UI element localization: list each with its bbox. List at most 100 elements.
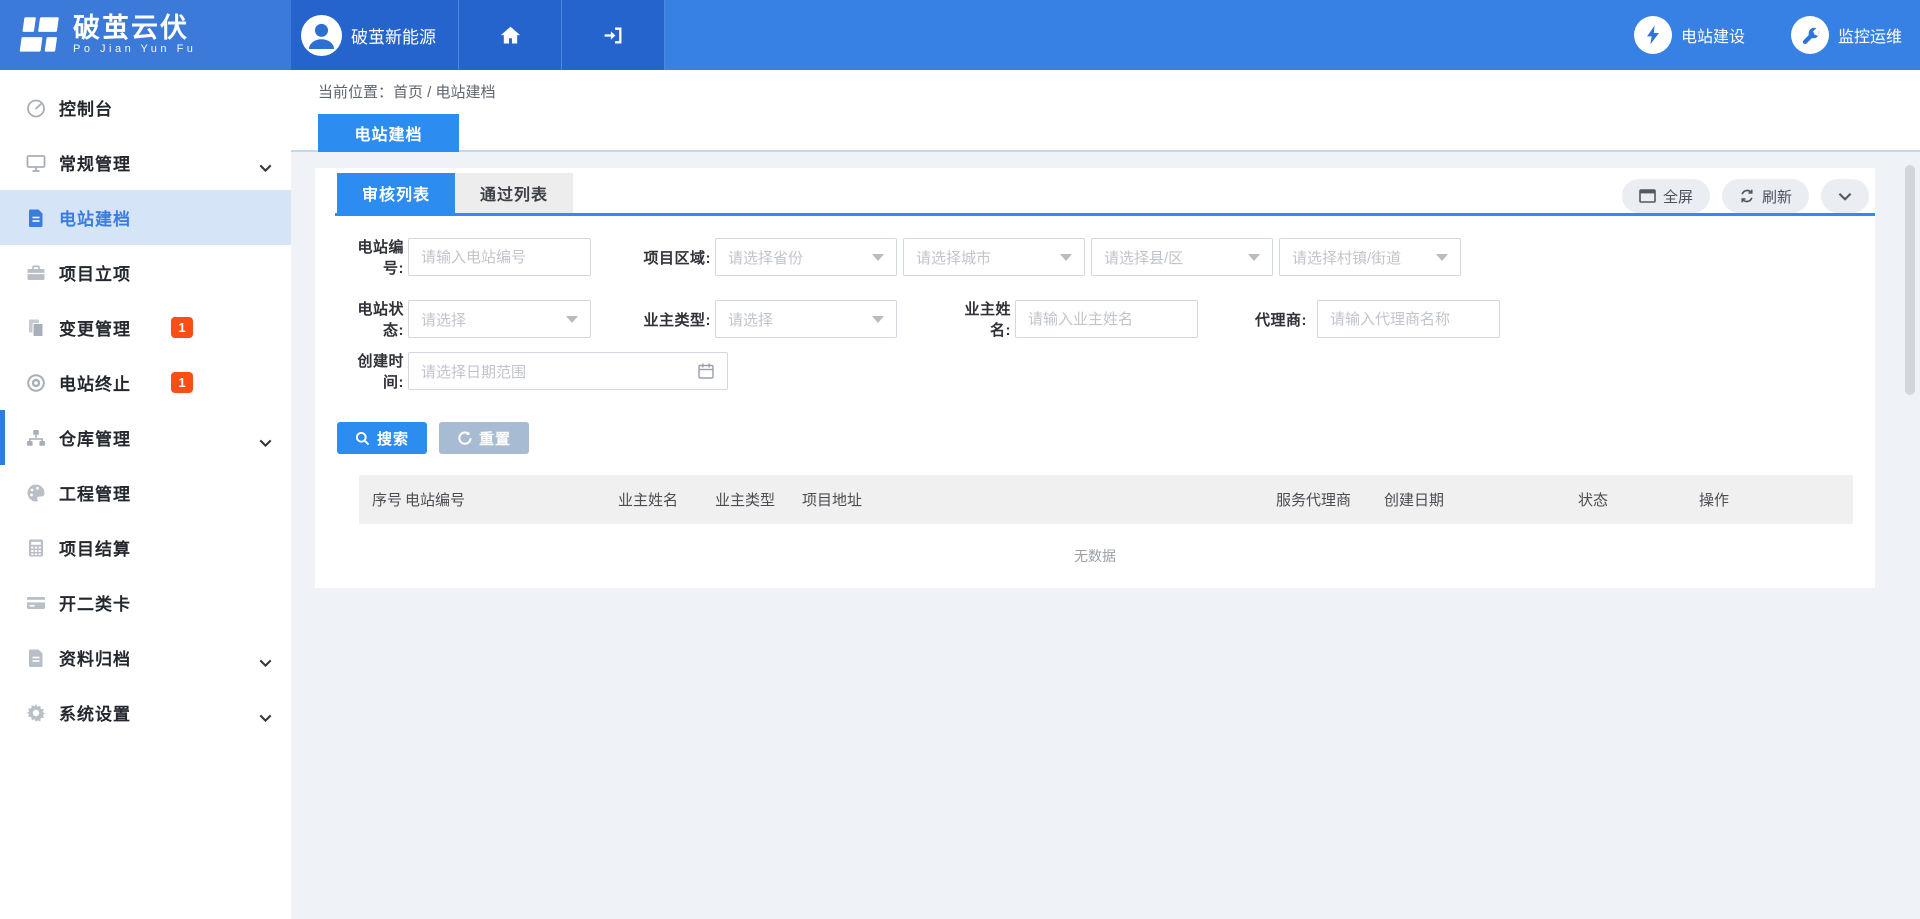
sidebar-item-change-mgmt[interactable]: 变更管理 1 [0, 300, 291, 355]
agent-label: 代理商: [1255, 309, 1307, 330]
sidebar-item-project-settlement[interactable]: 项目结算 [0, 520, 291, 575]
topbar: 破茧云伏 Po Jian Yun Fu 破茧新能源 [0, 0, 1920, 70]
nav-monitor-ops[interactable]: 监控运维 [1791, 16, 1902, 54]
sidebar-item-engineering-mgmt[interactable]: 工程管理 [0, 465, 291, 520]
caret-down-icon [1248, 254, 1260, 261]
nav-station-build[interactable]: 电站建设 [1634, 16, 1745, 54]
reset-button[interactable]: 重置 [439, 422, 529, 454]
credit-card-icon [25, 592, 47, 614]
city-select[interactable]: 请选择城市 [903, 238, 1085, 276]
topbar-user-strip: 破茧新能源 [291, 0, 665, 70]
panel-header: 审核列表 通过列表 全屏 [315, 168, 1875, 216]
nav-station-build-label: 电站建设 [1681, 23, 1745, 47]
calculator-icon [25, 537, 47, 559]
wrench-icon [1791, 16, 1829, 54]
filter-form: 电站编号: 项目区域: 请选择省份 请选择城市 请选择县/区 [315, 236, 1875, 566]
station-no-input[interactable] [408, 238, 591, 276]
tab-review-list[interactable]: 审核列表 [337, 173, 455, 213]
sidebar-item-console[interactable]: 控制台 [0, 80, 291, 135]
fullscreen-button[interactable]: 全屏 [1622, 179, 1710, 213]
home-icon [499, 24, 522, 47]
scrollbar-thumb[interactable] [1905, 165, 1915, 395]
topbar-right-nav: 电站建设 监控运维 [1634, 0, 1920, 70]
col-create-date: 创建日期 [1384, 489, 1578, 510]
breadcrumb-label: 当前位置： [318, 81, 393, 102]
calendar-icon [697, 362, 715, 380]
sitemap-icon [25, 427, 47, 449]
owner-name-label: 业主姓名: [946, 298, 1011, 340]
col-owner-name: 业主姓名 [618, 489, 715, 510]
sidebar-item-warehouse-mgmt[interactable]: 仓库管理 [0, 410, 291, 465]
col-project-address: 项目地址 [802, 489, 1276, 510]
created-time-label: 创建时间: [337, 350, 404, 392]
tab-underline [335, 213, 1875, 216]
refresh-button[interactable]: 刷新 [1722, 179, 1809, 213]
brand-name: 破茧云伏 [73, 14, 196, 42]
village-select[interactable]: 请选择村镇/街道 [1279, 238, 1461, 276]
brand: 破茧云伏 Po Jian Yun Fu [0, 0, 291, 70]
brand-tagline: Po Jian Yun Fu [73, 44, 196, 56]
sign-in-icon [602, 24, 625, 47]
target-icon [25, 372, 47, 394]
logout-button[interactable] [562, 0, 665, 70]
active-submenu-marker [0, 410, 5, 465]
chevron-down-icon [259, 654, 272, 672]
brand-logo-icon [13, 10, 63, 60]
refresh-icon [1739, 188, 1755, 204]
sidebar-item-general-mgmt[interactable]: 常规管理 [0, 135, 291, 190]
col-owner-type: 业主类型 [715, 489, 802, 510]
badge-count: 1 [171, 317, 193, 338]
home-button[interactable] [459, 0, 562, 70]
page-tab-station-archive[interactable]: 电站建档 [318, 114, 459, 152]
breadcrumb-path: 首页 / 电站建档 [393, 81, 496, 102]
sidebar-item-station-archive[interactable]: 电站建档 [0, 190, 291, 245]
chevron-down-icon [1838, 192, 1852, 201]
county-select[interactable]: 请选择县/区 [1091, 238, 1273, 276]
filter-buttons: 搜索 重置 [337, 422, 1853, 454]
fullscreen-icon [1639, 189, 1656, 203]
pages-icon [25, 317, 47, 339]
col-station-no: 电站编号 [405, 489, 618, 510]
page-tab-bar: 电站建档 [291, 112, 1920, 152]
sidebar-item-project-initiation[interactable]: 项目立项 [0, 245, 291, 300]
caret-down-icon [872, 254, 884, 261]
chevron-down-icon [259, 709, 272, 727]
company-name: 破茧新能源 [351, 23, 436, 48]
caret-down-icon [566, 316, 578, 323]
table-header: 序号 电站编号 业主姓名 业主类型 项目地址 服务代理商 创建日期 状态 操作 [359, 475, 1853, 524]
user-account[interactable]: 破茧新能源 [291, 0, 459, 70]
main-area: 当前位置： 首页 / 电站建档 电站建档 审核列表 通过列表 [291, 70, 1920, 919]
col-actions: 操作 [1699, 489, 1853, 510]
station-status-label: 电站状态: [337, 298, 404, 340]
sidebar-item-system-settings[interactable]: 系统设置 [0, 685, 291, 740]
document-icon [25, 647, 47, 669]
owner-type-label: 业主类型: [641, 309, 711, 330]
avatar [301, 15, 342, 56]
owner-name-input[interactable] [1015, 300, 1198, 338]
content-area: 审核列表 通过列表 全屏 [291, 154, 1920, 919]
sidebar-item-open-card[interactable]: 开二类卡 [0, 575, 291, 630]
province-select[interactable]: 请选择省份 [715, 238, 897, 276]
sidebar-item-station-termination[interactable]: 电站终止 1 [0, 355, 291, 410]
filter-row-1: 电站编号: 项目区域: 请选择省份 请选择城市 请选择县/区 [337, 236, 1853, 278]
agent-input[interactable] [1317, 300, 1500, 338]
sidebar-item-data-archive[interactable]: 资料归档 [0, 630, 291, 685]
chevron-down-icon [259, 434, 272, 452]
badge-count: 1 [171, 372, 193, 393]
owner-type-select[interactable]: 请选择 [715, 300, 897, 338]
tab-passed-list[interactable]: 通过列表 [455, 173, 573, 213]
caret-down-icon [872, 316, 884, 323]
search-button[interactable]: 搜索 [337, 422, 427, 454]
station-status-select[interactable]: 请选择 [408, 300, 591, 338]
col-index: 序号 [359, 489, 405, 510]
caret-down-icon [1060, 254, 1072, 261]
col-service-agent: 服务代理商 [1276, 489, 1384, 510]
user-icon [301, 15, 342, 56]
monitor-icon [25, 152, 47, 174]
collapse-button[interactable] [1821, 179, 1869, 213]
nav-monitor-ops-label: 监控运维 [1838, 23, 1902, 47]
panel-actions: 全屏 刷新 [1622, 179, 1869, 213]
station-no-label: 电站编号: [337, 236, 404, 278]
sidebar: 控制台 常规管理 电站建档 项 [0, 70, 291, 919]
date-range-input[interactable]: 请选择日期范围 [408, 352, 728, 390]
